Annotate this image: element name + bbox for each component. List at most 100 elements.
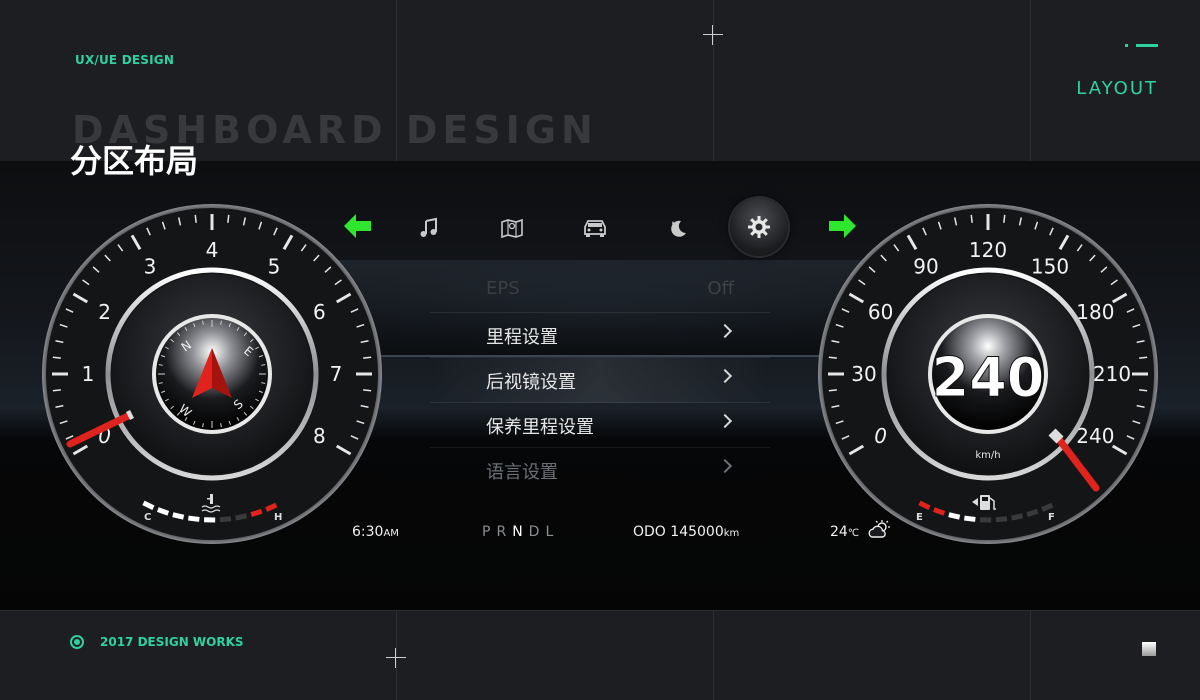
level-segment	[172, 512, 185, 520]
speedometer-gauge: 0 30 60 90 120 150 180 210 240 240 km/h E F	[816, 202, 1160, 546]
menu-item-label: 后视镜设置	[486, 372, 576, 393]
gear-l: L	[545, 524, 560, 540]
partly-cloudy-icon	[868, 520, 892, 544]
clock: 6:30AM	[352, 524, 399, 540]
speed-label-0: 0	[874, 424, 887, 448]
level-segment	[964, 515, 976, 522]
compass-tick	[202, 423, 204, 428]
music-icon[interactable]	[414, 213, 444, 243]
fuel-low-label: E	[916, 512, 923, 523]
menu-item-eps[interactable]: EPS Off	[430, 268, 770, 313]
clock-time: 6:30	[352, 524, 384, 540]
speed-label-60: 60	[868, 300, 893, 324]
gear-indicator: PRNDL	[482, 524, 559, 540]
compass-tick	[261, 364, 266, 366]
level-segment	[156, 507, 170, 516]
rpm-label-8: 8	[313, 424, 326, 448]
speed-label-240: 240	[1076, 424, 1114, 448]
menu-item-language-settings[interactable]: 语言设置	[430, 448, 770, 492]
speed-unit: km/h	[975, 450, 1000, 461]
speedometer-svg: 0 30 60 90 120 150 180 210 240 240 km/h E F	[818, 204, 1158, 544]
compass-tick	[261, 382, 266, 384]
speed-label-30: 30	[851, 362, 876, 386]
level-segment	[1026, 508, 1039, 518]
crosshair-decoration	[703, 25, 723, 45]
footer-square-icon	[1142, 642, 1156, 656]
needle-hub	[125, 409, 135, 421]
chevron-right-icon	[717, 368, 733, 384]
level-segment	[235, 513, 248, 521]
temp-value: 24	[830, 524, 848, 540]
minor-tick	[1139, 389, 1148, 392]
speed-label-150: 150	[1031, 255, 1069, 279]
minor-tick	[1003, 214, 1006, 223]
clock-suffix: AM	[383, 528, 399, 539]
footer-text: 2017 DESIGN WORKS	[100, 635, 244, 649]
minor-tick	[970, 214, 973, 223]
rpm-label-1: 1	[82, 362, 95, 386]
compass-tick	[202, 320, 204, 325]
menu-item-label: EPS	[486, 278, 520, 299]
footer-dot-icon	[70, 635, 84, 649]
settings-button[interactable]	[730, 198, 788, 256]
temp-unit: ℃	[847, 528, 860, 539]
rpm-label-5: 5	[268, 255, 281, 279]
level-segment	[1011, 513, 1024, 521]
car-icon[interactable]	[580, 213, 610, 243]
dash-decoration	[1136, 44, 1158, 47]
dash-decoration	[1125, 44, 1128, 47]
compass-tick	[158, 382, 163, 384]
status-bar: 6:30AM PRNDL ODO 145000km 24℃	[352, 520, 912, 544]
night-mode-icon[interactable]	[663, 213, 693, 243]
rpm-label-2: 2	[98, 300, 111, 324]
speed-label-90: 90	[913, 255, 938, 279]
level-segment	[188, 515, 200, 522]
settings-icon	[748, 216, 770, 238]
speed-label-210: 210	[1093, 362, 1131, 386]
gear-r: R	[496, 524, 513, 540]
map-icon[interactable]	[497, 213, 527, 243]
left-arrow-icon[interactable]	[344, 214, 372, 238]
design-tag: UX/UE DESIGN	[75, 53, 175, 67]
temperature: 24℃	[830, 524, 859, 540]
compass-tick	[158, 364, 163, 366]
speed-value: 240	[932, 346, 1045, 409]
section-label: LAYOUT	[1076, 78, 1158, 99]
menu-item-mileage-settings[interactable]: 里程设置	[430, 313, 770, 358]
rpm-label-7: 7	[330, 362, 343, 386]
minor-tick	[52, 389, 61, 392]
rpm-label-6: 6	[313, 300, 326, 324]
footer-divider	[0, 610, 1200, 611]
minor-tick	[1139, 356, 1148, 359]
needle-hub	[1048, 428, 1064, 444]
minor-tick	[227, 214, 230, 223]
level-segment	[948, 512, 961, 520]
right-arrow-icon[interactable]	[828, 214, 856, 238]
minor-tick	[52, 356, 61, 359]
page-title: 分区布局	[70, 142, 199, 180]
tachometer-svg: 012345678 N E S W C H	[42, 204, 382, 544]
minor-tick	[194, 214, 197, 223]
temp-high-label: H	[274, 512, 282, 523]
menu-item-label: 里程设置	[486, 327, 558, 348]
minor-tick	[363, 389, 372, 392]
fuel-high-label: F	[1048, 512, 1055, 523]
tachometer-gauge: 012345678 N E S W C H	[40, 202, 384, 546]
odo-value: 145000	[670, 524, 724, 540]
rpm-label-3: 3	[144, 255, 157, 279]
gear-n: N	[512, 524, 529, 540]
speed-label-180: 180	[1076, 300, 1114, 324]
menu-item-label: 语言设置	[486, 462, 558, 483]
chevron-right-icon	[717, 458, 733, 474]
menu-item-maintenance-mileage[interactable]: 保养里程设置	[430, 403, 770, 448]
level-segment	[250, 508, 263, 518]
menu-item-mirror-settings[interactable]: 后视镜设置	[430, 358, 770, 403]
gear-p: P	[482, 524, 497, 540]
minor-tick	[363, 356, 372, 359]
menu-item-value: Off	[707, 278, 734, 299]
level-segment	[995, 516, 1008, 523]
speed-label-120: 120	[969, 238, 1007, 262]
compass-tick	[220, 423, 222, 428]
level-segment	[932, 507, 946, 516]
chevron-right-icon	[717, 323, 733, 339]
